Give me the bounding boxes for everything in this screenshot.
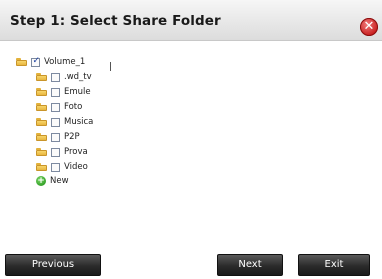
checkbox-p2p[interactable] — [51, 132, 60, 142]
tree-item-label: Video — [64, 162, 88, 172]
folder-icon — [36, 88, 47, 96]
tree-item-prova[interactable]: Prova — [36, 146, 88, 158]
folder-icon — [36, 133, 47, 141]
tree-item-label: Emule — [64, 87, 91, 97]
previous-button[interactable]: Previous — [5, 254, 101, 276]
checkbox-prova[interactable] — [51, 147, 60, 157]
folder-icon — [36, 118, 47, 126]
tree-item-label: P2P — [64, 132, 80, 142]
tree-item-new[interactable]: + New — [36, 175, 69, 187]
checkbox-volume-1[interactable] — [31, 56, 40, 67]
checkbox-musica[interactable] — [51, 117, 60, 127]
checkbox-video[interactable] — [51, 162, 60, 172]
folder-icon — [36, 103, 47, 111]
exit-button[interactable]: Exit — [298, 254, 370, 276]
add-icon[interactable]: + — [36, 176, 46, 186]
tree-item-volume-1[interactable]: Volume_1 — [16, 56, 85, 68]
tree-item-emule[interactable]: Emule — [36, 86, 91, 98]
tree-item-label: .wd_tv — [64, 72, 92, 82]
tree-item-musica[interactable]: Musica — [36, 116, 93, 128]
dialog-titlebar: Step 1: Select Share Folder ✕ — [0, 0, 382, 41]
tree-item-p2p[interactable]: P2P — [36, 131, 80, 143]
share-folder-dialog: Step 1: Select Share Folder ✕ Volume_1 .… — [0, 0, 382, 279]
tree-item-label: Musica — [64, 117, 94, 127]
tree-item-foto[interactable]: Foto — [36, 101, 82, 113]
tree-item-wd-tv[interactable]: .wd_tv — [36, 71, 92, 83]
checkbox-emule[interactable] — [51, 87, 60, 97]
text-cursor — [110, 62, 111, 71]
tree-item-label: Foto — [64, 102, 83, 112]
folder-tree: Volume_1 .wd_tv Emule Foto Musica P2P — [16, 56, 356, 206]
next-button[interactable]: Next — [217, 254, 283, 276]
new-folder-label[interactable]: New — [50, 176, 69, 186]
folder-icon — [16, 58, 27, 66]
tree-item-label: Volume_1 — [44, 57, 86, 67]
checkbox-foto[interactable] — [51, 102, 60, 112]
tree-item-video[interactable]: Video — [36, 161, 88, 173]
close-icon[interactable]: ✕ — [360, 18, 378, 36]
dialog-title: Step 1: Select Share Folder — [10, 13, 221, 29]
tree-item-label: Prova — [64, 147, 88, 157]
folder-icon — [36, 163, 47, 171]
folder-icon — [36, 73, 47, 81]
folder-icon — [36, 148, 47, 156]
checkbox-wd-tv[interactable] — [51, 72, 60, 82]
